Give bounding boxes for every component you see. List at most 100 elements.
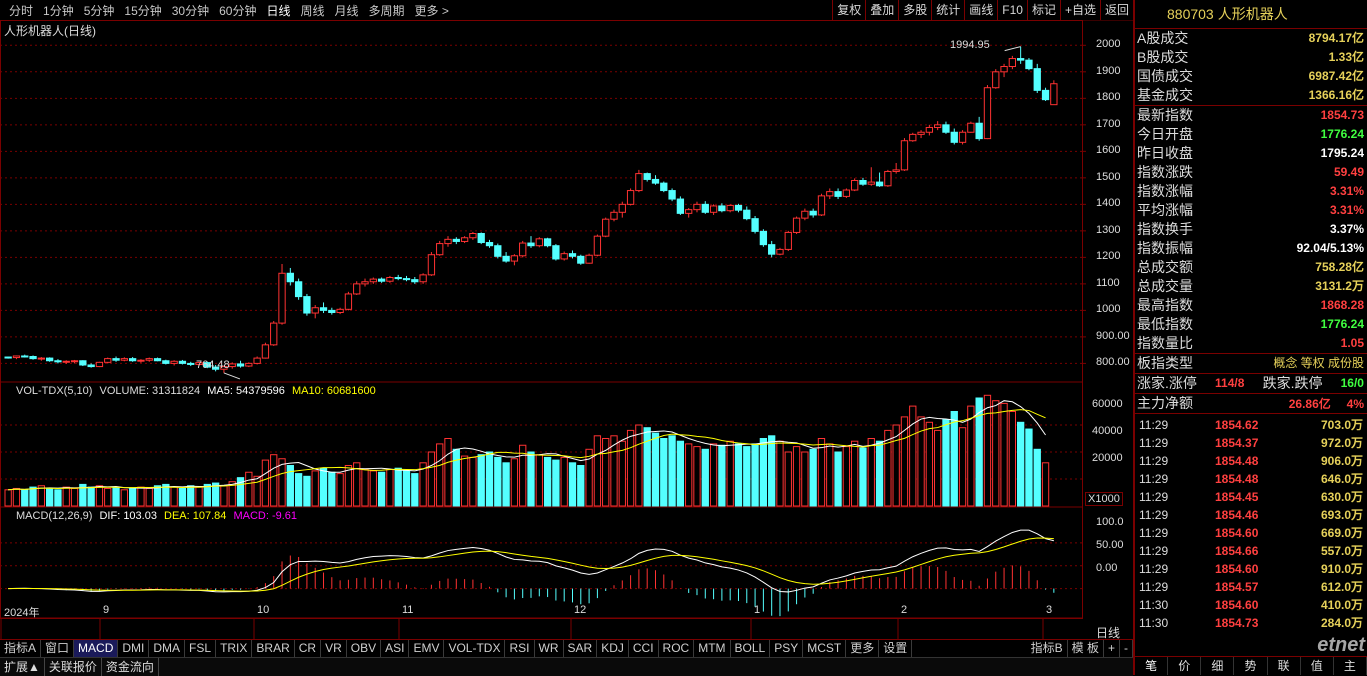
- macd-value: MACD: -9.61: [233, 510, 298, 522]
- indicator-tab-1[interactable]: 窗口: [41, 640, 75, 657]
- candle-body: [834, 191, 842, 197]
- macd-tick-label: 100.0: [1096, 515, 1124, 528]
- indicator-tab-6[interactable]: TRIX: [216, 640, 253, 657]
- indicator-tab-21[interactable]: BOLL: [731, 640, 771, 657]
- tick-volume: 557.0万: [1320, 544, 1363, 558]
- index-type-value[interactable]: 概念 等权 成份股: [1273, 354, 1364, 373]
- tool-button-0[interactable]: 复权: [832, 0, 865, 20]
- candle-body: [436, 243, 444, 256]
- period-tab-8[interactable]: 月线: [330, 2, 364, 19]
- period-tab-5[interactable]: 60分钟: [214, 2, 261, 19]
- candle-body: [128, 358, 137, 362]
- indicator-right-0[interactable]: 指标B: [1027, 640, 1068, 657]
- tool-button-7[interactable]: +自选: [1059, 0, 1100, 20]
- volume-bar: [245, 471, 253, 507]
- stock-chart[interactable]: [0, 20, 1133, 639]
- tool-button-1[interactable]: 叠加: [865, 0, 898, 20]
- candle-body: [934, 124, 942, 128]
- tick-row: 11:30 1854.73 284.0万: [1135, 614, 1367, 632]
- indicator-right-3[interactable]: -: [1120, 640, 1133, 657]
- indicator-tab-0[interactable]: 指标A: [0, 640, 42, 657]
- panel-tab-2[interactable]: 细: [1201, 657, 1235, 675]
- stat-value: 1795.24: [1320, 146, 1364, 160]
- indicator-tab-2[interactable]: MACD: [74, 640, 119, 657]
- panel-tab-0[interactable]: 笔: [1135, 657, 1169, 675]
- indicator-tab-12[interactable]: EMV: [409, 640, 445, 657]
- bottom-tab-2[interactable]: 资金流向: [102, 658, 159, 676]
- indicator-tab-19[interactable]: ROC: [659, 640, 695, 657]
- indicator-tab-10[interactable]: OBV: [347, 640, 382, 657]
- indicator-tab-22[interactable]: PSY: [770, 640, 804, 657]
- indicator-tab-4[interactable]: DMA: [149, 640, 186, 657]
- tool-button-2[interactable]: 多股: [898, 0, 931, 20]
- bottom-tab-1[interactable]: 关联报价: [45, 658, 102, 676]
- indicator-tab-11[interactable]: ASI: [381, 640, 410, 657]
- main-flow-pct: 4%: [1346, 397, 1364, 411]
- date-label: 3: [1046, 604, 1053, 616]
- candle-body: [577, 255, 585, 264]
- stat-row: 指数涨幅 3.31%: [1135, 182, 1367, 201]
- period-tab-10[interactable]: 更多 >: [410, 2, 454, 19]
- indicator-tab-17[interactable]: KDJ: [597, 640, 629, 657]
- candle-body: [236, 363, 245, 367]
- indicator-tab-23[interactable]: MCST: [803, 640, 847, 657]
- volume-bar: [776, 440, 784, 507]
- tick-time: 11:29: [1139, 508, 1169, 522]
- period-tab-0[interactable]: 分时: [4, 2, 38, 19]
- panel-tab-6[interactable]: 主: [1334, 657, 1367, 675]
- indicator-tab-15[interactable]: WR: [535, 640, 564, 657]
- volume-bar: [950, 411, 958, 507]
- indicator-tab-25[interactable]: 设置: [879, 640, 913, 657]
- fall-key: 跌家.跌停: [1262, 375, 1323, 391]
- period-tab-3[interactable]: 15分钟: [119, 2, 166, 19]
- stat-key: 最高指数: [1137, 297, 1193, 313]
- indicator-tab-14[interactable]: RSI: [505, 640, 535, 657]
- period-tab-4[interactable]: 30分钟: [167, 2, 214, 19]
- period-tab-7[interactable]: 周线: [295, 2, 329, 19]
- candle-body: [120, 358, 128, 361]
- stat-row: 国债成交 6987.42亿: [1135, 67, 1367, 86]
- panel-tab-5[interactable]: 值: [1301, 657, 1334, 675]
- indicator-tab-18[interactable]: CCI: [629, 640, 659, 657]
- indicator-tab-16[interactable]: SAR: [564, 640, 598, 657]
- candle-body: [460, 237, 469, 242]
- date-label: 11: [402, 604, 414, 616]
- tool-button-6[interactable]: 标记: [1026, 0, 1060, 20]
- indicator-right-2[interactable]: +: [1104, 640, 1120, 657]
- indicator-tab-9[interactable]: VR: [321, 640, 347, 657]
- indicator-tab-8[interactable]: CR: [295, 640, 322, 657]
- indicator-tab-20[interactable]: MTM: [694, 640, 731, 657]
- panel-tab-1[interactable]: 价: [1168, 657, 1202, 675]
- indicator-tab-5[interactable]: FSL: [185, 640, 217, 657]
- indicator-tab-7[interactable]: BRAR: [252, 640, 295, 657]
- tool-button-8[interactable]: 返回: [1099, 0, 1133, 20]
- candle-body: [502, 255, 510, 262]
- stat-value: 1868.28: [1320, 298, 1364, 312]
- volume-bar: [386, 469, 394, 507]
- tool-button-3[interactable]: 统计: [931, 0, 964, 20]
- indicator-right-1[interactable]: 模 板: [1068, 640, 1104, 657]
- bottom-tab-0[interactable]: 扩展▲: [0, 658, 45, 676]
- tool-button-5[interactable]: F10: [997, 0, 1027, 20]
- candle-body: [610, 211, 618, 220]
- tick-time: 11:29: [1139, 490, 1169, 504]
- panel-tab-4[interactable]: 联: [1268, 657, 1301, 675]
- tick-price: 1854.48: [1215, 454, 1259, 468]
- volume-bar: [294, 473, 303, 507]
- panel-tab-3[interactable]: 势: [1234, 657, 1268, 675]
- tool-button-4[interactable]: 画线: [964, 0, 997, 20]
- period-tab-1[interactable]: 1分钟: [38, 2, 79, 19]
- macd-dea: DEA: 107.84: [164, 510, 227, 522]
- indicator-tab-3[interactable]: DMI: [118, 640, 150, 657]
- indicator-tab-13[interactable]: VOL-TDX: [444, 640, 506, 657]
- volume-bar: [253, 475, 261, 507]
- volume-bar: [535, 454, 543, 507]
- period-tab-6[interactable]: 日线: [261, 2, 295, 19]
- candle-body: [4, 356, 12, 359]
- candle-body: [792, 217, 801, 233]
- low-arrow: [223, 372, 241, 380]
- period-tab-2[interactable]: 5分钟: [79, 2, 120, 19]
- tick-volume: 410.0万: [1320, 598, 1363, 612]
- indicator-tab-24[interactable]: 更多: [846, 640, 880, 657]
- period-tab-9[interactable]: 多周期: [364, 2, 410, 19]
